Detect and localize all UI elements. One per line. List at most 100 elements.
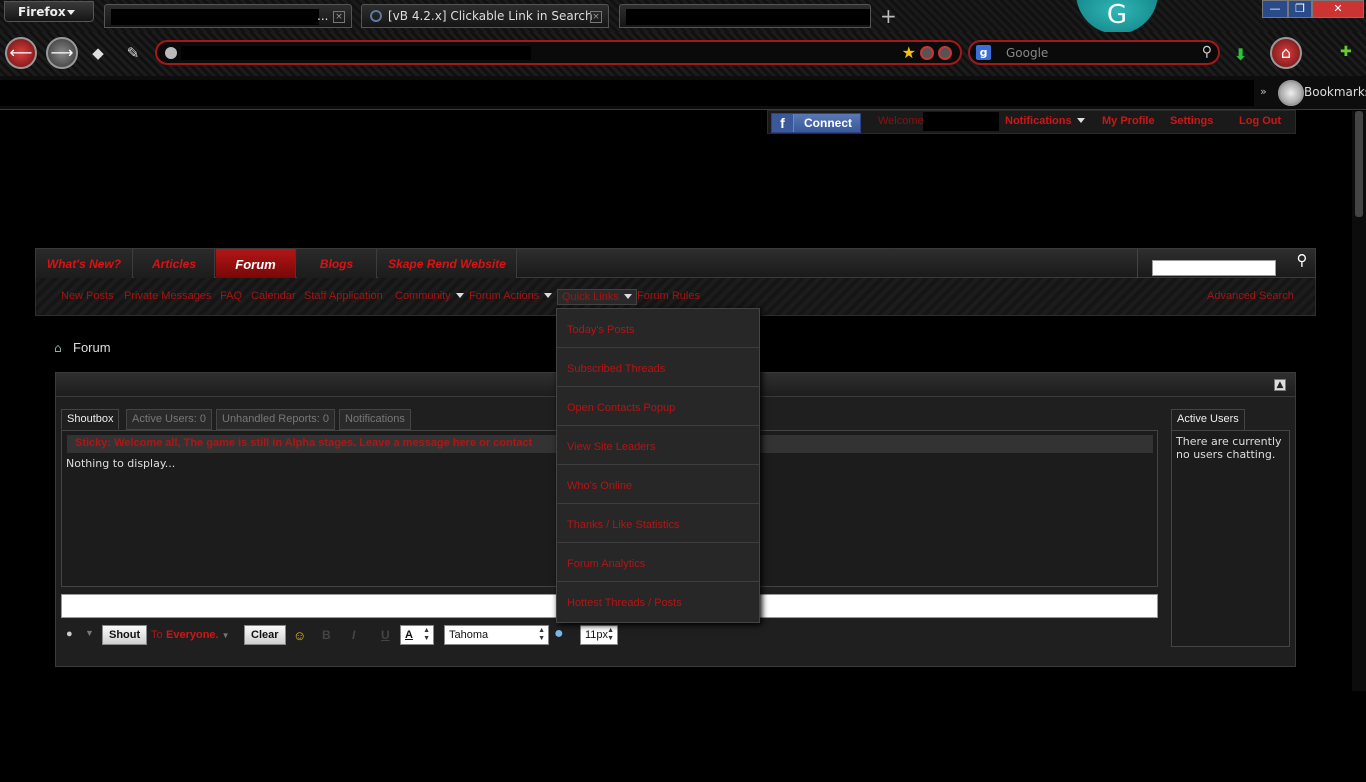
forward-icon[interactable]: ⟶ (46, 37, 78, 69)
new-tab-icon[interactable]: + (880, 6, 897, 26)
menu-item-open-contacts-popup[interactable]: Open Contacts Popup (557, 387, 759, 426)
italic-button[interactable]: I (352, 628, 355, 648)
subnav-staff-application[interactable]: Staff Application (304, 290, 383, 302)
profile-avatar[interactable]: G (1076, 0, 1158, 34)
font-color-glyph: A (405, 629, 413, 641)
gem-icon[interactable]: ◆ (88, 44, 108, 64)
my-profile-link[interactable]: My Profile (1102, 115, 1155, 127)
subnav-new-posts[interactable]: New Posts (61, 290, 114, 302)
overflow-chevron-icon[interactable]: » (1260, 85, 1267, 98)
close-icon[interactable]: × (590, 11, 602, 23)
browser-tab-2[interactable]: [vB 4.2.x] Clickable Link in Search × (361, 4, 609, 28)
minimize-icon[interactable]: — (1262, 0, 1288, 18)
settings-link[interactable]: Settings (1170, 115, 1213, 127)
advanced-search-link[interactable]: Advanced Search (1207, 290, 1294, 302)
search-icon[interactable]: ⚲ (1202, 44, 1212, 60)
menu-item-hottest-threads[interactable]: Hottest Threads / Posts (557, 582, 759, 621)
browser-tab-1[interactable]: ... × (104, 4, 352, 28)
browser-nav-bar: ⟵ ⟶ ◆ ✎ ★ g Google ⚲ ⬇ ⌂ ✚ (0, 32, 1366, 76)
recipient-select[interactable]: Everyone. ▼ (166, 629, 230, 649)
info-icon[interactable] (920, 46, 934, 60)
tab-skape-rend-website[interactable]: Skape Rend Website (378, 249, 517, 278)
chevron-down-icon[interactable]: ▼ (85, 628, 94, 648)
recipient-label: Everyone. (166, 629, 219, 641)
notifications-link[interactable]: Notifications (1005, 115, 1085, 127)
tab-title: [vB 4.2.x] Clickable Link in Search (388, 9, 593, 23)
site-identity-icon[interactable] (165, 47, 177, 59)
reload-icon[interactable] (938, 46, 952, 60)
toolbox-icon[interactable]: ✎ (123, 44, 143, 64)
url-bar[interactable]: ★ (155, 40, 962, 65)
menu-item-view-site-leaders[interactable]: View Site Leaders (557, 426, 759, 465)
addon-icon[interactable]: ✚ (1340, 44, 1352, 60)
collapse-icon[interactable]: ▲ (1274, 379, 1286, 391)
download-icon[interactable]: ⬇ (1234, 45, 1247, 64)
search-engine-icon[interactable]: g (976, 45, 991, 60)
tab-whats-new[interactable]: What's New? (36, 249, 133, 278)
font-family-select[interactable]: Tahoma ▲ ▼ (444, 625, 549, 645)
quick-links-label: Quick Links (562, 291, 619, 303)
tab-active-users-count[interactable]: Active Users: 0 (126, 409, 212, 430)
facebook-icon: f (772, 114, 794, 132)
home-icon[interactable]: ⌂ (54, 341, 67, 355)
browser-search-bar[interactable]: g Google ⚲ (968, 40, 1220, 65)
search-icon[interactable]: ⚲ (1290, 251, 1314, 275)
bullet-icon: ● (66, 628, 73, 640)
subnav-community[interactable]: Community (395, 290, 464, 302)
forum-nav-tabs: What's New? Articles Forum Blogs Skape R… (35, 248, 1316, 278)
notifications-label: Notifications (1005, 115, 1072, 127)
clock-icon[interactable] (1278, 80, 1304, 106)
forum-search-input[interactable] (1152, 260, 1276, 276)
active-users-text: There are currently no users chatting. (1176, 435, 1282, 461)
bookmark-star-icon[interactable]: ★ (902, 43, 916, 62)
scrollbar-thumb[interactable] (1355, 111, 1363, 217)
tab-shoutbox[interactable]: Shoutbox (61, 409, 120, 430)
close-icon[interactable]: × (333, 11, 345, 23)
tab-notifications[interactable]: Notifications (339, 409, 411, 430)
firefox-menu-button[interactable]: Firefox (4, 1, 94, 22)
redacted-username (923, 112, 999, 131)
tab-blogs[interactable]: Blogs (297, 249, 377, 278)
speech-bubble-icon[interactable]: ● (554, 625, 564, 645)
subnav-quick-links[interactable]: Quick Links (557, 289, 637, 305)
font-size-value: 11px (585, 629, 609, 641)
menu-item-thanks-like-statistics[interactable]: Thanks / Like Statistics (557, 504, 759, 543)
home-icon[interactable]: ⌂ (1270, 37, 1302, 69)
subnav-forum-rules[interactable]: Forum Rules (637, 290, 700, 302)
quick-links-dropdown: Today's Posts Subscribed Threads Open Co… (556, 308, 760, 623)
connect-label: Connect (804, 116, 852, 130)
logout-link[interactable]: Log Out (1239, 115, 1281, 127)
menu-item-whos-online[interactable]: Who's Online (557, 465, 759, 504)
menu-item-todays-posts[interactable]: Today's Posts (557, 309, 759, 348)
menu-item-forum-analytics[interactable]: Forum Analytics (557, 543, 759, 582)
font-size-select[interactable]: 11px ▲ ▼ (580, 625, 618, 645)
spinner-icon: ▲ ▼ (423, 627, 430, 642)
shout-button[interactable]: Shout (102, 625, 148, 645)
facebook-connect-button[interactable]: f Connect (771, 113, 861, 133)
font-color-select[interactable]: A ▲ ▼ (400, 625, 434, 645)
clear-button[interactable]: Clear (244, 625, 286, 645)
underline-button[interactable]: U (381, 628, 390, 648)
subnav-calendar[interactable]: Calendar (251, 290, 296, 302)
forum-search (1137, 249, 1287, 278)
bookmarks-button[interactable]: Bookmarks (1304, 85, 1366, 99)
close-window-icon[interactable]: ✕ (1312, 0, 1364, 18)
browser-tab-3[interactable] (619, 4, 871, 28)
bold-button[interactable]: B (322, 628, 331, 648)
chevron-down-icon (1076, 118, 1085, 123)
tab-active-users[interactable]: Active Users (1171, 409, 1245, 430)
tab-unhandled-reports[interactable]: Unhandled Reports: 0 (216, 409, 336, 430)
tab-forum[interactable]: Forum (216, 249, 296, 278)
back-icon[interactable]: ⟵ (5, 37, 37, 69)
chevron-down-icon (623, 294, 632, 299)
page-scrollbar[interactable] (1352, 111, 1366, 691)
maximize-icon[interactable]: ❐ (1288, 0, 1312, 18)
redacted-tab-title (626, 9, 870, 25)
subnav-forum-actions[interactable]: Forum Actions (469, 290, 553, 302)
smiley-icon[interactable]: ☺ (293, 628, 306, 648)
subnav-faq[interactable]: FAQ (220, 290, 242, 302)
subnav-private-messages[interactable]: Private Messages (124, 290, 211, 302)
browser-tab-bar: Firefox ... × [vB 4.2.x] Clickable Link … (0, 0, 1366, 34)
tab-articles[interactable]: Articles (134, 249, 215, 278)
menu-item-subscribed-threads[interactable]: Subscribed Threads (557, 348, 759, 387)
